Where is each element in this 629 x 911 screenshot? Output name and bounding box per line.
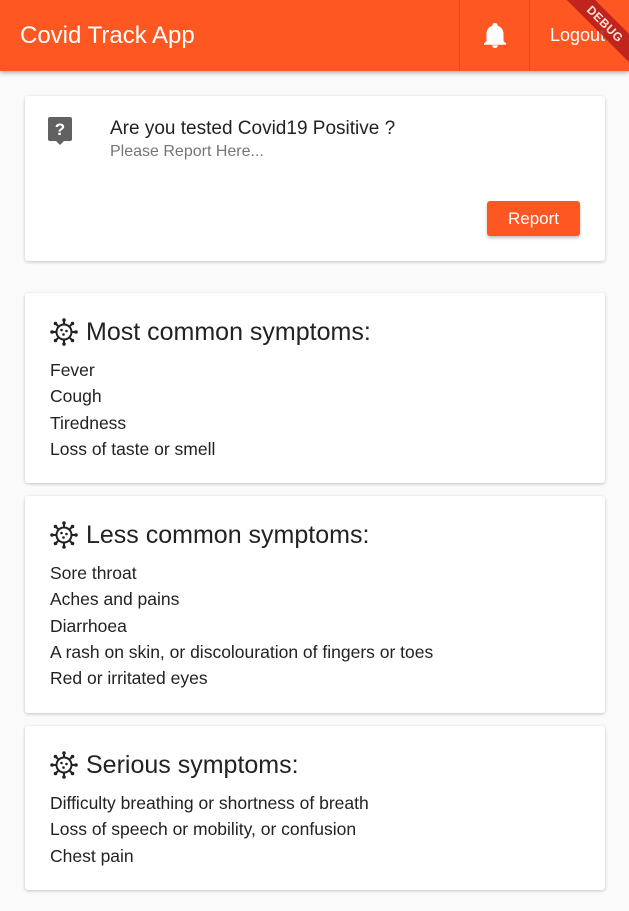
serious-symptoms-card: Serious symptoms: Difficulty breathing o… xyxy=(25,726,605,890)
most-common-symptoms-card: Most common symptoms: Fever Cough Tiredn… xyxy=(25,293,605,483)
list-item: Red or irritated eyes xyxy=(50,668,208,689)
list-item: Chest pain xyxy=(50,845,134,866)
list-item: Diarrhoea xyxy=(50,615,127,636)
app-bar: Covid Track App Logout DEBUG xyxy=(0,0,629,71)
card-title: Less common symptoms: xyxy=(50,520,369,550)
list-item: Difficulty breathing or shortness of bre… xyxy=(50,793,369,813)
virus-icon xyxy=(50,751,78,779)
svg-text:?: ? xyxy=(55,120,65,139)
help-icon: ? xyxy=(48,117,72,145)
report-subtitle: Please Report Here... xyxy=(110,143,264,160)
list-item: Aches and pains xyxy=(50,589,180,610)
report-title: Are you tested Covid19 Positive ? xyxy=(110,118,396,139)
list-item: Sore throat xyxy=(50,563,137,583)
list-item: Cough xyxy=(50,386,102,407)
report-button[interactable]: Report xyxy=(487,201,580,236)
list-item: A rash on skin, or discolouration of fin… xyxy=(50,641,434,662)
bell-icon xyxy=(484,22,506,48)
less-common-symptoms-card: Less common symptoms: Sore throat Aches … xyxy=(25,496,605,713)
notifications-button[interactable] xyxy=(459,0,530,71)
list-item: Tiredness xyxy=(50,412,127,433)
symptom-list: Sore throat Aches and pains Diarrhoea A … xyxy=(50,560,433,691)
symptom-list: Difficulty breathing or shortness of bre… xyxy=(50,790,369,869)
card-title: Serious symptoms: xyxy=(50,750,299,780)
list-item: Loss of taste or smell xyxy=(50,438,216,459)
symptom-list: Fever Cough Tiredness Loss of taste or s… xyxy=(50,357,215,462)
card-title-text: Serious symptoms: xyxy=(86,751,299,779)
virus-icon xyxy=(50,521,78,549)
virus-icon xyxy=(50,318,78,346)
card-title-text: Most common symptoms: xyxy=(86,318,371,346)
report-card: ? Are you tested Covid19 Positive ? Plea… xyxy=(25,96,605,261)
card-title-text: Less common symptoms: xyxy=(86,521,370,549)
list-item: Loss of speech or mobility, or confusion xyxy=(50,819,357,840)
app-title: Covid Track App xyxy=(20,22,195,49)
card-title: Most common symptoms: xyxy=(50,317,371,347)
list-item: Fever xyxy=(50,360,95,380)
